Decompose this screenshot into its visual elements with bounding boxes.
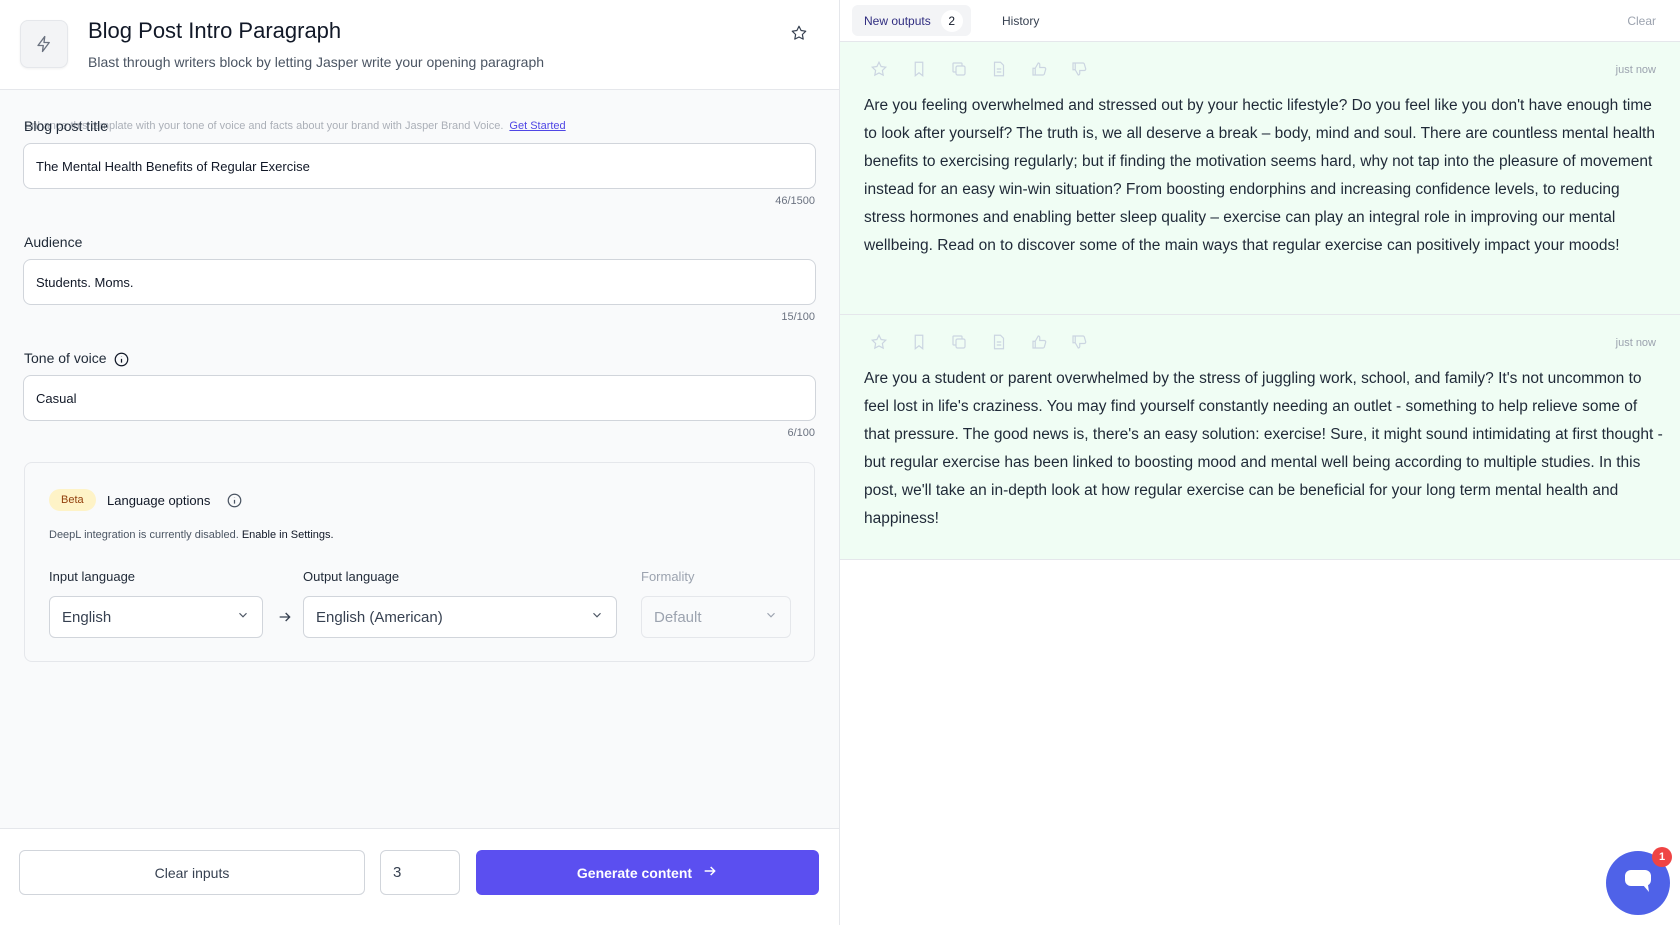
output-text[interactable]: Are you a student or parent overwhelmed …	[864, 365, 1664, 533]
input-language-select[interactable]: English	[49, 596, 263, 638]
template-header: Blog Post Intro Paragraph Blast through …	[0, 0, 839, 90]
audience-counter: 15/100	[781, 311, 815, 323]
star-icon[interactable]	[870, 333, 888, 351]
thumbs-up-icon[interactable]	[1030, 333, 1048, 351]
copy-icon[interactable]	[950, 333, 968, 351]
generate-content-button[interactable]: Generate content	[476, 850, 819, 895]
output-count-input[interactable]: 3	[380, 850, 460, 895]
audience-input[interactable]: Students. Moms.	[23, 259, 816, 305]
star-icon[interactable]	[870, 60, 888, 78]
bolt-icon	[20, 20, 68, 68]
thumbs-down-icon[interactable]	[1070, 60, 1088, 78]
tone-input[interactable]: Casual	[23, 375, 816, 421]
outputs-panel: New outputs 2 History Clear just now Are…	[840, 0, 1680, 925]
favorite-star-icon[interactable]	[788, 22, 810, 44]
chat-notification-badge: 1	[1652, 847, 1672, 867]
deepl-note: DeepL integration is currently disabled.…	[49, 529, 334, 541]
tab-new-outputs[interactable]: New outputs 2	[852, 5, 971, 36]
formality-select[interactable]: Default	[641, 596, 791, 638]
blog-title-label: Blog post title	[24, 118, 109, 134]
arrow-right-icon	[702, 863, 718, 882]
document-icon[interactable]	[990, 60, 1008, 78]
input-language-label: Input language	[49, 569, 136, 584]
info-icon[interactable]	[114, 352, 129, 367]
audience-label: Audience	[24, 234, 83, 250]
chevron-down-icon	[236, 608, 250, 626]
new-outputs-count-badge: 2	[940, 9, 963, 32]
clear-outputs-button[interactable]: Clear	[1627, 14, 1656, 28]
copy-icon[interactable]	[950, 60, 968, 78]
template-title: Blog Post Intro Paragraph	[88, 18, 342, 43]
output-language-value: English (American)	[316, 608, 443, 626]
arrow-right-icon	[277, 609, 293, 630]
template-subtitle: Blast through writers block by letting J…	[88, 54, 545, 70]
formality-label: Formality	[641, 569, 695, 584]
blog-title-counter: 46/1500	[775, 195, 815, 207]
chat-bubble-icon	[1623, 868, 1653, 899]
template-form-panel: Blog Post Intro Paragraph Blast through …	[0, 0, 840, 925]
outputs-tabs: New outputs 2 History Clear	[840, 0, 1680, 42]
chevron-down-icon	[590, 608, 604, 626]
info-icon[interactable]	[227, 493, 242, 513]
bookmark-icon[interactable]	[910, 60, 928, 78]
formality-value: Default	[654, 608, 702, 626]
tone-label-text: Tone of voice	[24, 350, 107, 366]
form-footer: Clear inputs 3 Generate content	[0, 828, 839, 925]
thumbs-down-icon[interactable]	[1070, 333, 1088, 351]
tone-counter: 6/100	[787, 427, 815, 439]
output-actions	[870, 333, 1088, 351]
enable-settings-link[interactable]: Enable in Settings.	[242, 529, 334, 541]
chevron-down-icon	[764, 608, 778, 626]
tab-history[interactable]: History	[1002, 14, 1039, 28]
clear-inputs-button[interactable]: Clear inputs	[19, 850, 365, 895]
beta-badge: Beta	[49, 489, 96, 511]
output-language-select[interactable]: English (American)	[303, 596, 617, 638]
output-card: just now Are you feeling overwhelmed and…	[840, 42, 1680, 315]
output-language-label: Output language	[303, 569, 400, 584]
get-started-link[interactable]: Get Started	[509, 120, 565, 132]
deepl-note-text: DeepL integration is currently disabled.	[49, 529, 239, 541]
output-actions	[870, 60, 1088, 78]
output-timestamp: just now	[1615, 64, 1656, 76]
output-timestamp: just now	[1615, 337, 1656, 349]
output-text[interactable]: Are you feeling overwhelmed and stressed…	[864, 92, 1664, 260]
bookmark-icon[interactable]	[910, 333, 928, 351]
language-options-card: Beta Language options DeepL integration …	[24, 462, 815, 662]
tab-new-outputs-label: New outputs	[864, 13, 931, 28]
output-card: just now Are you a student or parent ove…	[840, 315, 1680, 560]
blog-title-input[interactable]: The Mental Health Benefits of Regular Ex…	[23, 143, 816, 189]
tone-label: Tone of voice	[24, 350, 129, 367]
document-icon[interactable]	[990, 333, 1008, 351]
input-language-value: English	[62, 608, 112, 626]
generate-label: Generate content	[576, 864, 693, 881]
language-options-title: Language options	[107, 493, 211, 508]
thumbs-up-icon[interactable]	[1030, 60, 1048, 78]
